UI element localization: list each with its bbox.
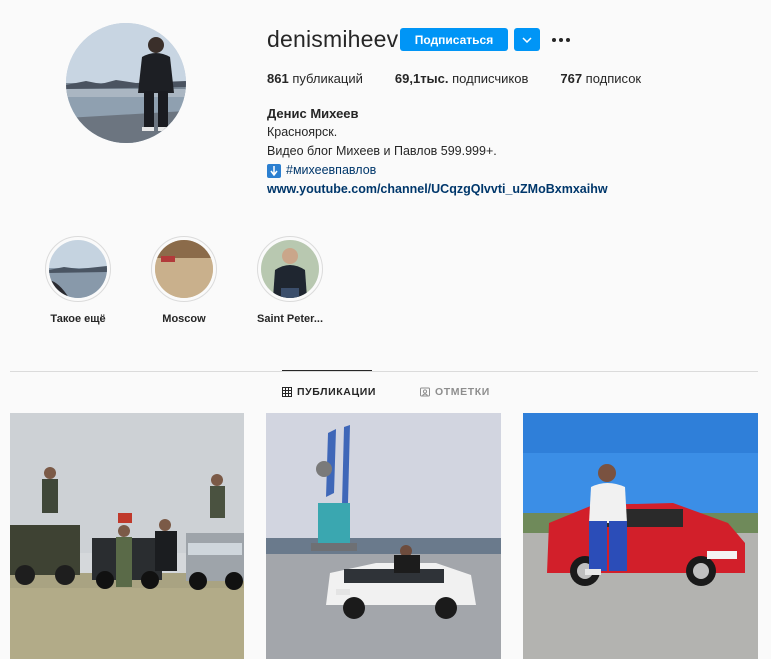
highlight-label: Такое ещё xyxy=(50,313,106,325)
bio-hashtag-link[interactable]: #михеевпавлов xyxy=(286,161,376,180)
tab-tagged-label: ОТМЕТКИ xyxy=(435,386,490,398)
highlight-label: Saint Peter... xyxy=(256,313,324,325)
highlight-ring xyxy=(151,236,217,302)
highlight-cover xyxy=(155,240,213,298)
following-count[interactable]: 767 подписок xyxy=(560,71,641,86)
tab-posts-label: ПУБЛИКАЦИИ xyxy=(297,386,377,398)
highlight-cover xyxy=(261,240,319,298)
profile-avatar[interactable] xyxy=(66,23,186,143)
bio-line-description: Видео блог Михеев и Павлов 599.999+. xyxy=(267,144,497,158)
bio-external-link[interactable]: www.youtube.com/channel/UCqzgQIvvti_uZMo… xyxy=(267,180,608,199)
followers-count-label: подписчиков xyxy=(448,71,529,86)
followers-count[interactable]: 69,1тыс. подписчиков xyxy=(395,71,528,86)
following-count-label: подписок xyxy=(582,71,642,86)
story-highlight[interactable]: Такое ещё xyxy=(33,236,123,325)
profile-full-name: Денис Михеев xyxy=(267,106,359,121)
down-arrow-emoji-icon xyxy=(267,163,281,178)
grid-icon xyxy=(282,387,292,397)
active-tab-indicator xyxy=(282,370,372,371)
post-thumbnail[interactable] xyxy=(523,413,758,659)
bio-line-city: Красноярск. xyxy=(267,125,338,139)
bio-hashtag-line: #михеевпавлов xyxy=(267,161,608,180)
suggestions-dropdown-button[interactable] xyxy=(514,28,540,51)
posts-count-label: публикаций xyxy=(288,71,363,86)
tabs-divider xyxy=(10,371,758,372)
posts-count-value: 861 xyxy=(267,71,289,86)
profile-stats: 861 публикаций 69,1тыс. подписчиков 767 … xyxy=(267,71,673,86)
tab-tagged[interactable]: ОТМЕТКИ xyxy=(420,386,490,398)
profile-username: denismiheev xyxy=(267,26,399,52)
posts-count: 861 публикаций xyxy=(267,71,363,86)
more-options-button[interactable] xyxy=(550,28,572,51)
highlight-label: Moscow xyxy=(162,313,206,325)
highlight-ring xyxy=(45,236,111,302)
chevron-down-icon xyxy=(522,36,532,43)
profile-bio: Денис Михеев Красноярск. Видео блог Михе… xyxy=(267,104,608,199)
story-highlight[interactable]: Moscow xyxy=(139,236,229,325)
following-count-value: 767 xyxy=(560,71,583,86)
follow-button[interactable]: Подписаться xyxy=(400,28,508,51)
tag-portrait-icon xyxy=(420,387,430,397)
post-thumbnail[interactable] xyxy=(266,413,501,659)
highlight-cover xyxy=(49,240,107,298)
highlight-ring xyxy=(257,236,323,302)
post-thumbnail[interactable] xyxy=(10,413,244,659)
story-highlight[interactable]: Saint Peter... xyxy=(245,236,335,325)
followers-count-value: 69,1тыс. xyxy=(394,71,449,86)
more-dots-icon xyxy=(552,37,570,42)
tab-posts[interactable]: ПУБЛИКАЦИИ xyxy=(282,386,376,398)
